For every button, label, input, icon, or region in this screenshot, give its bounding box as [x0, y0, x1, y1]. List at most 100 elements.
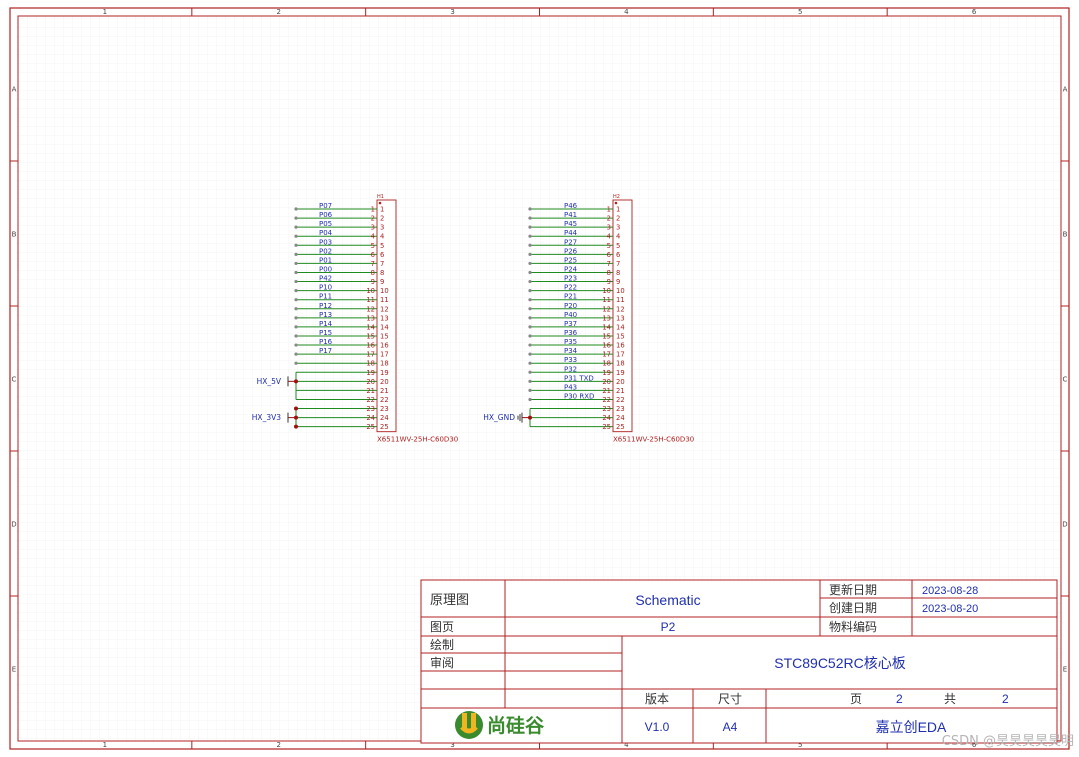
net-label: P42 [319, 275, 332, 283]
frame-row-label: B [12, 231, 17, 239]
net-end-dot [294, 343, 298, 347]
pin1-marker [378, 201, 382, 205]
pin-number-inner: 24 [616, 414, 625, 422]
connector-designator: H1 [377, 194, 384, 200]
pin-number-outer: 18 [602, 360, 611, 368]
connector-part-number: X6511WV-25H-C60D30 [613, 436, 694, 444]
net-end-dot [528, 289, 532, 293]
net-label: P15 [319, 329, 332, 337]
net-end-dot [294, 289, 298, 293]
frame-col-label: 1 [103, 8, 107, 16]
pin-number-inner: 16 [616, 342, 625, 350]
pin-number-inner: 14 [380, 323, 389, 331]
pin-number-outer: 14 [602, 323, 611, 331]
frame-row-label: A [1063, 86, 1068, 94]
pin-number-inner: 11 [616, 296, 625, 304]
title-block: 原理图 Schematic 更新日期 2023-08-28 创建日期 2023-… [420, 579, 1058, 744]
connector-part-number: X6511WV-25H-C60D30 [377, 436, 458, 444]
pin-number-outer: 6 [607, 251, 611, 259]
net-end-dot [294, 279, 298, 284]
net-label: P32 [564, 365, 577, 373]
frame-col-label: 6 [972, 8, 977, 16]
net-label: P37 [564, 320, 577, 328]
tb-size: A4 [723, 720, 738, 734]
pin-number-outer: 23 [366, 405, 375, 413]
pin-number-inner: 1 [380, 206, 384, 214]
pin-number-outer: 15 [366, 332, 375, 340]
net-label: P24 [564, 265, 578, 273]
pin-number-outer: 11 [366, 296, 375, 304]
frame-col-label: 5 [798, 8, 802, 16]
pin-number-outer: 13 [602, 314, 611, 322]
net-end-dot [294, 207, 298, 211]
tb-label-schematic: 原理图 [430, 592, 469, 607]
pin-number-inner: 7 [380, 260, 384, 268]
tb-version: V1.0 [645, 720, 670, 734]
pin-number-inner: 23 [616, 405, 625, 413]
net-end-dot [528, 379, 532, 383]
net-end-dot [294, 234, 298, 238]
pin-number-outer: 1 [607, 206, 611, 214]
net-end-dot [528, 397, 532, 402]
pin-number-outer: 12 [366, 305, 375, 313]
net-label: P04 [319, 229, 333, 237]
pin1-marker [614, 201, 618, 205]
power-label: HX_GND [483, 413, 515, 422]
frame-row-label: C [12, 376, 17, 384]
net-label: P00 [319, 265, 332, 273]
pin-number-outer: 24 [602, 414, 611, 422]
tb-page-num: 2 [896, 692, 903, 706]
pin-number-inner: 4 [616, 233, 620, 241]
pin-number-outer: 4 [607, 233, 611, 241]
pin-number-inner: 20 [380, 378, 389, 386]
pin-number-outer: 7 [607, 260, 611, 268]
pin-number-inner: 8 [616, 269, 620, 277]
pin-number-inner: 23 [380, 405, 389, 413]
pin-number-outer: 3 [607, 224, 611, 232]
net-end-dot [528, 307, 532, 311]
net-label: P35 [564, 338, 577, 346]
pin-number-inner: 10 [380, 287, 389, 295]
net-end-dot [528, 352, 532, 356]
net-label: P40 [564, 311, 577, 319]
net-label: P10 [319, 284, 332, 292]
tb-updated-date: 2023-08-28 [922, 585, 978, 597]
pin-number-inner: 5 [616, 242, 620, 250]
net-end-dot [528, 325, 532, 329]
net-label: P16 [319, 338, 333, 346]
junction-dot [294, 406, 298, 411]
pin-number-inner: 6 [616, 251, 620, 259]
frame-row-label: D [11, 521, 16, 529]
tb-page-name: P2 [661, 620, 676, 634]
pin-number-outer: 6 [371, 251, 375, 259]
net-label: P30 RXD [564, 392, 594, 400]
frame-col-label: 4 [624, 8, 629, 16]
net-label: P44 [564, 229, 578, 237]
pin-number-inner: 18 [380, 360, 389, 368]
net-label: P45 [564, 220, 577, 228]
net-label: P34 [564, 347, 578, 355]
net-label: P14 [319, 320, 333, 328]
pin-number-inner: 12 [380, 305, 389, 313]
net-label: P12 [319, 302, 332, 310]
pin-number-outer: 5 [371, 242, 375, 250]
net-label: P31 TXD [564, 374, 594, 382]
pin-number-outer: 11 [602, 296, 611, 304]
net-label: P41 [564, 211, 577, 219]
schematic-sheet: 112233445566A AB BC CD DE E H1X6511WV-25H-C60… [9, 7, 1074, 750]
pin-number-inner: 13 [380, 314, 389, 322]
frame-row-label: D [1062, 521, 1067, 529]
pin-number-inner: 4 [380, 233, 384, 241]
net-label: P07 [319, 202, 332, 210]
pin-number-outer: 7 [371, 260, 375, 268]
pin-number-inner: 14 [616, 323, 625, 331]
net-label: P43 [564, 383, 577, 391]
logo-text: 尚硅谷 [487, 714, 545, 737]
frame-row-label: B [1063, 231, 1068, 239]
pin-number-outer: 4 [371, 233, 375, 241]
pin-number-outer: 22 [602, 396, 611, 404]
pin-number-inner: 5 [380, 242, 384, 250]
pin-number-inner: 1 [616, 206, 620, 214]
net-label: P06 [319, 211, 333, 219]
tb-label-drawn: 绘制 [430, 637, 454, 652]
